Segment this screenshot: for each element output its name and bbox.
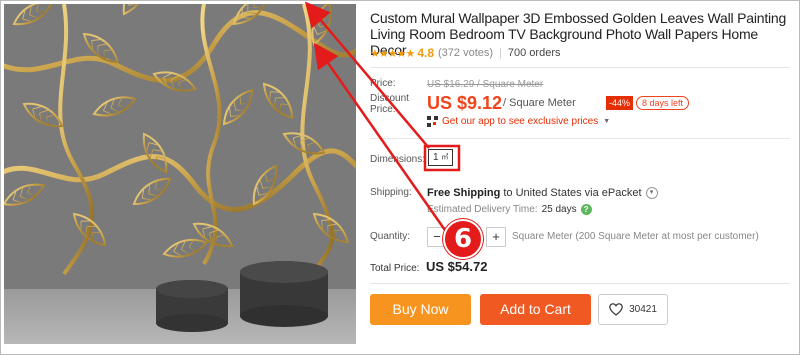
wallpaper-illustration [4,4,356,344]
total-price-label: Total Price: [370,263,420,274]
shipping-option[interactable]: Free Shipping to United States via ePack… [427,187,658,199]
current-price: US $9.12 [427,93,503,113]
shipping-destination: to United States via ePacket [503,187,642,199]
estimated-delivery: Estimated Delivery Time: 25 days ? [427,204,592,215]
dimension-option-selected[interactable]: 1 ㎡ [428,149,454,166]
estimated-delivery-label: Estimated Delivery Time: [427,204,538,215]
heart-icon [609,303,623,316]
divider [370,67,790,68]
days-left-badge: 8 days left [636,96,690,110]
dimension-value: 1 [433,152,439,163]
chevron-down-icon[interactable]: ▾ [645,187,658,199]
dimensions-label: Dimensions: [370,154,426,165]
shipping-label: Shipping: [370,187,412,198]
votes-link[interactable]: (372 votes) [438,47,493,59]
product-info-panel: Custom Mural Wallpaper 3D Embossed Golde… [370,1,795,354]
quantity-limit-note: Square Meter (200 Square Meter at most p… [512,231,759,242]
wishlist-button[interactable]: 30421 [598,294,668,325]
discount-price-label: Discount Price: [370,93,409,115]
app-promo-link[interactable]: Get our app to see exclusive prices ▼ [427,116,610,127]
price-unit: / Square Meter [503,97,576,109]
rating-stars-icon: ★★★★★ [370,47,415,60]
divider [370,283,790,284]
quantity-label: Quantity: [370,231,411,242]
discount-badge: -44% [606,96,634,110]
free-shipping-text: Free Shipping [427,187,501,199]
screenshot-frame: Custom Mural Wallpaper 3D Embossed Golde… [0,0,800,355]
original-price: US $16.29 / Square Meter [427,79,544,90]
quantity-increase-button[interactable]: + [486,227,506,247]
wishlist-count: 30421 [629,304,657,315]
qr-code-icon [427,116,438,127]
help-icon[interactable]: ? [580,204,592,215]
divider: | [499,47,502,59]
rating-value: 4.8 [417,46,434,60]
rating-row: ★★★★★ 4.8 (372 votes) | 700 orders [370,46,560,60]
add-to-cart-button[interactable]: Add to Cart [480,294,591,325]
price-label: Price: [370,78,396,89]
product-image[interactable] [4,4,356,344]
app-promo-text: Get our app to see exclusive prices [442,116,599,127]
dimension-unit: ㎡ [441,154,449,161]
step-number-badge: 6 [443,219,483,259]
buy-now-button[interactable]: Buy Now [370,294,471,325]
divider [370,138,790,139]
orders-count: 700 orders [507,47,561,59]
estimated-delivery-days: 25 days [541,204,577,215]
chevron-down-icon: ▼ [603,118,611,125]
total-price-value: US $54.72 [426,259,488,274]
